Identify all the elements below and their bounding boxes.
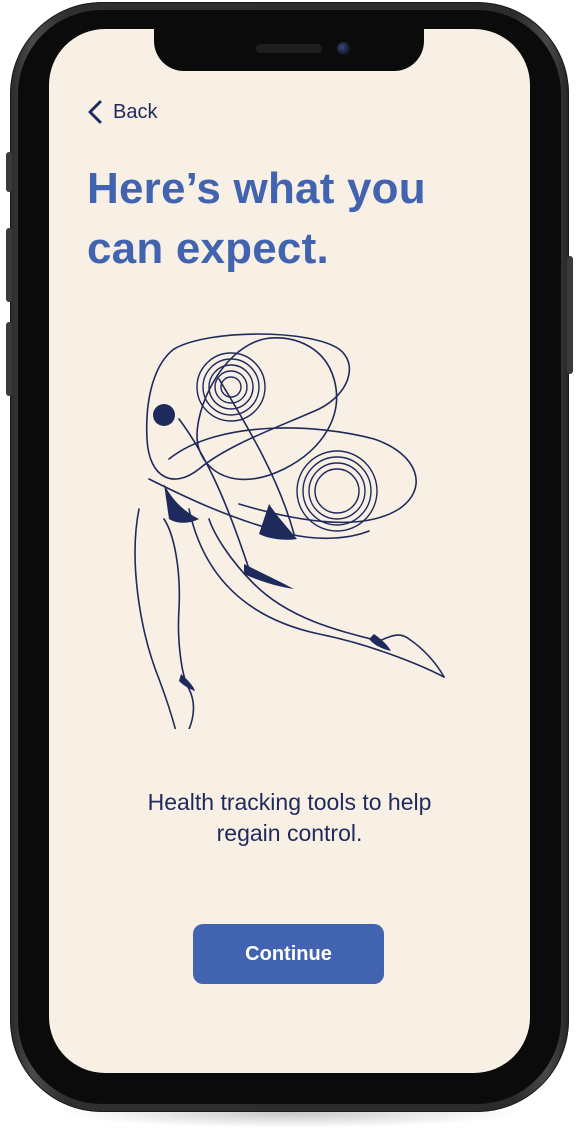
subtitle: Health tracking tools to help regain con… bbox=[89, 787, 490, 849]
power-button bbox=[567, 256, 573, 374]
page-title-line-1: Here’s what you bbox=[87, 164, 426, 213]
subtitle-line-2: regain control. bbox=[216, 820, 363, 846]
back-label: Back bbox=[113, 100, 158, 123]
page-title-line-2: can expect. bbox=[87, 224, 329, 273]
abstract-figure-illustration bbox=[134, 333, 445, 729]
front-camera bbox=[337, 42, 350, 55]
back-button[interactable]: Back bbox=[87, 99, 157, 125]
app-screen: Back Here’s what you can expect. Health … bbox=[49, 29, 530, 1073]
subtitle-line-1: Health tracking tools to help bbox=[147, 789, 432, 815]
volume-down-button bbox=[6, 322, 12, 396]
page-title: Here’s what you can expect. bbox=[87, 159, 507, 279]
mute-switch bbox=[6, 152, 12, 192]
chevron-left-icon bbox=[88, 100, 102, 124]
continue-button[interactable]: Continue bbox=[193, 924, 384, 984]
earpiece-speaker bbox=[256, 44, 322, 53]
volume-up-button bbox=[6, 228, 12, 302]
